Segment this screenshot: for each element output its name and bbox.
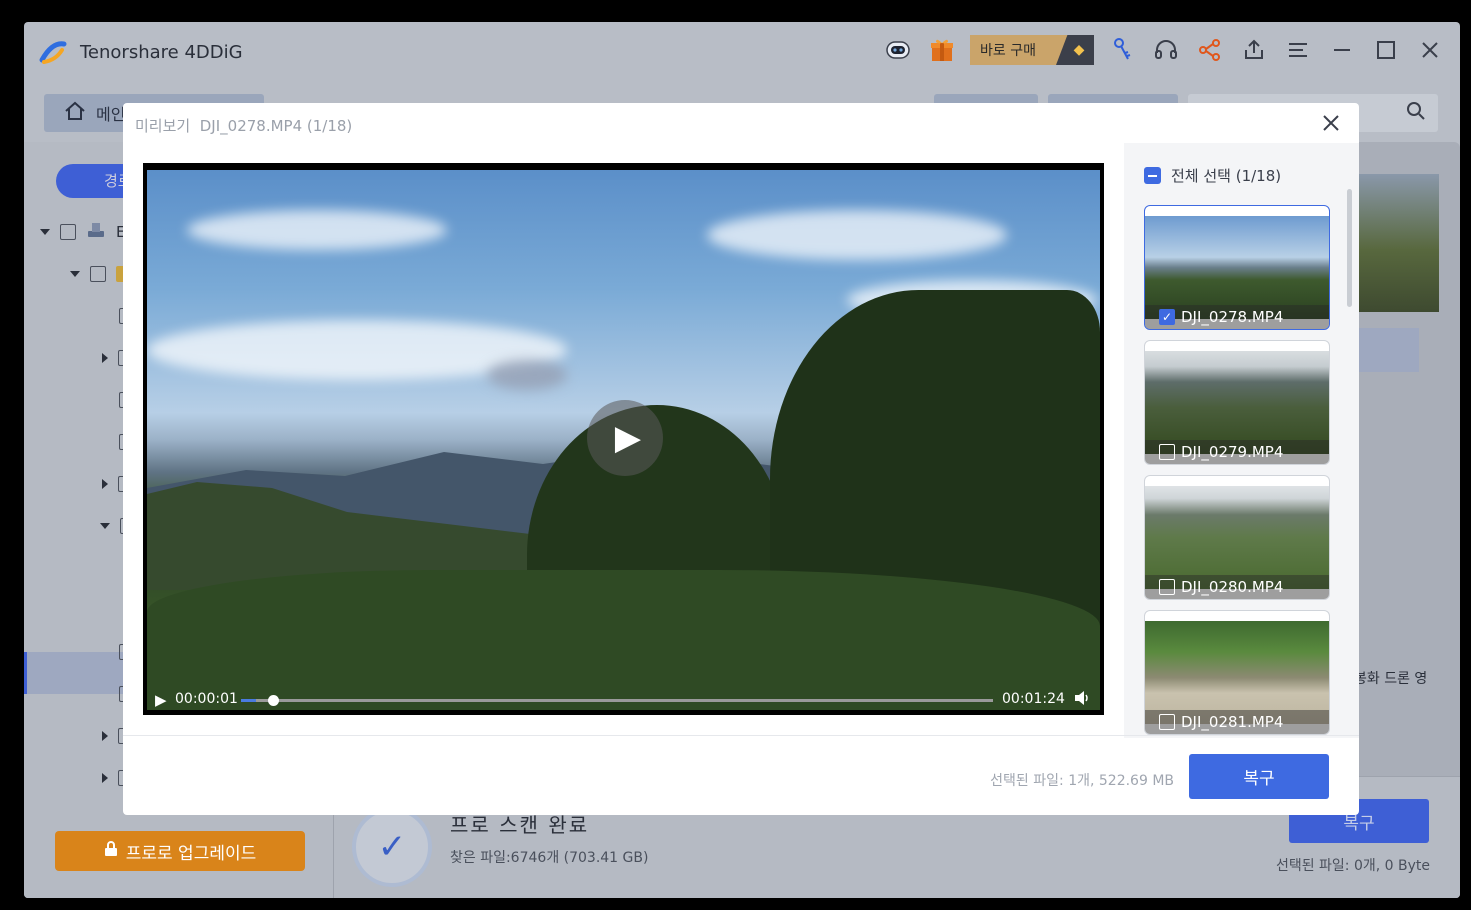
modal-title-label: 미리보기 xyxy=(135,117,191,135)
progress-fill xyxy=(241,699,257,702)
recover-button[interactable]: 복구 xyxy=(1189,754,1329,799)
headset-icon[interactable] xyxy=(1150,34,1182,66)
title-bar: Tenorshare 4DDiG 바로 구매 ◆ xyxy=(24,22,1460,80)
background-file-label: 봉화 드론 영 xyxy=(1354,671,1428,687)
thumbnail-checkbox[interactable] xyxy=(1159,444,1175,460)
modal-file-info: DJI_0278.MP4 (1/18) xyxy=(199,117,353,135)
expand-caret-icon[interactable] xyxy=(70,271,80,277)
select-all-checkbox[interactable] xyxy=(1144,167,1161,184)
check-icon: ✓ xyxy=(352,807,432,887)
tree-root-row[interactable]: E xyxy=(40,222,125,242)
expand-caret-icon[interactable] xyxy=(100,523,110,529)
background-preview-button[interactable] xyxy=(1359,328,1419,372)
thumbnail-name: DJI_0280.MP4 xyxy=(1181,578,1284,596)
thumbnail-item[interactable]: ✓ DJI_0278.MP4 xyxy=(1144,205,1330,330)
expand-caret-icon[interactable] xyxy=(102,773,108,783)
tree-checkbox[interactable] xyxy=(90,266,106,282)
scan-summary: 찾은 파일:6746개 (703.41 GB) xyxy=(450,850,649,866)
lock-icon xyxy=(104,840,118,862)
thumbnail-checkbox[interactable]: ✓ xyxy=(1159,309,1175,325)
preview-modal: 미리보기 DJI_0278.MP4 (1/18) ▶ ▶ 00:00:01 00… xyxy=(123,103,1359,815)
search-icon xyxy=(1406,101,1426,126)
select-all-label: 전체 선택 (1/18) xyxy=(1171,167,1282,185)
thumbnail-name: DJI_0281.MP4 xyxy=(1181,713,1284,731)
buy-now-button[interactable]: 바로 구매 ◆ xyxy=(970,35,1094,65)
menu-icon[interactable] xyxy=(1282,34,1314,66)
video-player[interactable]: ▶ ▶ 00:00:01 00:01:24 xyxy=(143,163,1104,715)
thumbnail-name: DJI_0279.MP4 xyxy=(1181,443,1284,461)
total-time: 00:01:24 xyxy=(1002,691,1065,707)
play-icon[interactable]: ▶ xyxy=(155,691,167,709)
thumbnail-caption: ✓ DJI_0278.MP4 xyxy=(1145,305,1329,329)
thumbnail-name: DJI_0278.MP4 xyxy=(1181,308,1284,326)
volume-icon[interactable] xyxy=(1073,690,1091,710)
select-all-row[interactable]: 전체 선택 (1/18) xyxy=(1144,165,1281,186)
video-frame[interactable]: ▶ xyxy=(147,170,1100,710)
modal-header: 미리보기 DJI_0278.MP4 (1/18) xyxy=(123,103,1359,143)
thumbnail-list: 전체 선택 (1/18) ✓ DJI_0278.MP4 DJI_0279.MP4… xyxy=(1124,143,1359,738)
player-controls: ▶ 00:00:01 00:01:24 xyxy=(147,685,1100,715)
background-thumbnail[interactable] xyxy=(1359,174,1439,312)
nav-home-label: 메인 xyxy=(96,105,126,124)
thumbnail-caption: DJI_0280.MP4 xyxy=(1145,575,1329,599)
expand-caret-icon[interactable] xyxy=(40,229,50,235)
upgrade-pro-button[interactable]: 프로로 업그레이드 xyxy=(55,831,305,871)
thumbnail-item[interactable]: DJI_0280.MP4 xyxy=(1144,475,1330,600)
drive-icon xyxy=(86,221,106,243)
maximize-icon[interactable] xyxy=(1370,34,1402,66)
share-icon[interactable] xyxy=(1194,34,1226,66)
app-logo xyxy=(39,41,67,64)
selected-files-info: 선택된 파일: 1개, 522.69 MB xyxy=(990,773,1174,789)
diamond-icon: ◆ xyxy=(1056,35,1094,65)
thumbnail-caption: DJI_0279.MP4 xyxy=(1145,440,1329,464)
modal-close-icon[interactable] xyxy=(1317,109,1345,137)
play-overlay-icon[interactable]: ▶ xyxy=(587,400,663,476)
upgrade-label: 프로로 업그레이드 xyxy=(125,843,257,864)
key-icon[interactable] xyxy=(1106,34,1138,66)
progress-bar[interactable] xyxy=(241,695,993,706)
thumbnail-item[interactable]: DJI_0281.MP4 xyxy=(1144,610,1330,735)
thumbnail-checkbox[interactable] xyxy=(1159,579,1175,595)
thumbnail-checkbox[interactable] xyxy=(1159,714,1175,730)
expand-caret-icon[interactable] xyxy=(102,353,108,363)
tree-checkbox[interactable] xyxy=(60,224,76,240)
close-icon[interactable] xyxy=(1414,34,1446,66)
thumbnail-scrollbar[interactable] xyxy=(1347,189,1352,307)
thumbnail-item[interactable]: DJI_0279.MP4 xyxy=(1144,340,1330,465)
modal-footer: 선택된 파일: 1개, 522.69 MB 복구 xyxy=(123,735,1359,815)
minimize-icon[interactable] xyxy=(1326,34,1358,66)
modal-title: 미리보기 DJI_0278.MP4 (1/18) xyxy=(135,115,352,136)
buy-now-label: 바로 구매 xyxy=(980,43,1036,59)
expand-caret-icon[interactable] xyxy=(102,731,108,741)
progress-knob[interactable] xyxy=(268,695,280,706)
robot-icon[interactable] xyxy=(882,34,914,66)
background-selected-info: 선택된 파일: 0개, 0 Byte xyxy=(1275,858,1430,874)
expand-caret-icon[interactable] xyxy=(102,479,108,489)
app-title: Tenorshare 4DDiG xyxy=(80,42,243,63)
gift-icon[interactable] xyxy=(926,34,958,66)
home-icon xyxy=(64,101,86,125)
upload-icon[interactable] xyxy=(1238,34,1270,66)
thumbnail-caption: DJI_0281.MP4 xyxy=(1145,710,1329,734)
current-time: 00:00:01 xyxy=(175,691,238,707)
